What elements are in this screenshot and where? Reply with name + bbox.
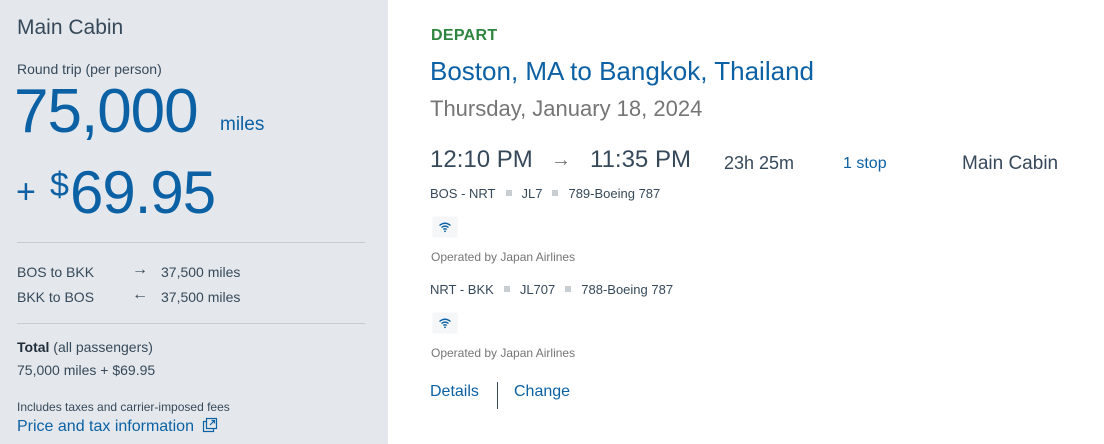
price-tax-info-link[interactable]: Price and tax information: [17, 417, 218, 438]
divider: [17, 242, 365, 243]
right-arrow-icon: →: [132, 261, 148, 278]
left-arrow-icon: ←: [132, 286, 148, 303]
cabin-label: Main Cabin: [962, 153, 1059, 174]
link-divider: [497, 382, 498, 409]
duration: 23h 25m: [724, 153, 795, 173]
segment-miles-return: 37,500 miles: [161, 289, 241, 305]
leg-flight-number: JL707: [519, 282, 556, 297]
leg-route: BOS - NRT: [430, 186, 496, 201]
fare-summary-panel: Main Cabin Round trip (per person) 75,00…: [0, 0, 388, 444]
wifi-icon: [432, 216, 458, 238]
total-label-bold: Total: [17, 339, 50, 355]
stops-link[interactable]: 1 stop: [843, 155, 887, 173]
fee-amount: 69.95: [70, 159, 216, 226]
operated-by: Operated by Japan Airlines: [431, 250, 576, 264]
dollar-sign: $: [50, 166, 69, 204]
wifi-icon: [432, 312, 458, 334]
time-arrow-icon: →: [551, 149, 571, 171]
leg-route: NRT - BKK: [430, 282, 494, 297]
miles-unit: miles: [220, 114, 265, 135]
segment-route-return: BKK to BOS: [17, 289, 95, 305]
change-link[interactable]: Change: [514, 383, 570, 401]
route-title: Boston, MA to Bangkok, Thailand: [430, 56, 814, 86]
cabin-title: Main Cabin: [17, 16, 124, 39]
leg-info: BOS - NRT JL7 789-Boeing 787: [430, 186, 660, 201]
separator: [503, 286, 510, 292]
divider: [17, 323, 365, 324]
leg-info: NRT - BKK JL707 788-Boeing 787: [430, 282, 673, 297]
taxes-note: Includes taxes and carrier-imposed fees: [17, 400, 230, 414]
external-link-icon: [202, 417, 218, 438]
segment-miles-outbound: 37,500 miles: [161, 264, 241, 280]
operated-by: Operated by Japan Airlines: [431, 346, 576, 360]
total-label-rest: (all passengers): [49, 339, 153, 355]
total-label: Total (all passengers): [17, 339, 153, 355]
segment-route-outbound: BOS to BKK: [17, 264, 95, 280]
leg-aircraft: 789-Boeing 787: [568, 186, 661, 201]
separator: [505, 190, 512, 196]
separator: [552, 190, 559, 196]
price-tax-info-label: Price and tax information: [17, 418, 194, 435]
trip-type-label: Round trip (per person): [17, 61, 162, 77]
depart-time: 12:10 PM: [430, 146, 533, 173]
plus-sign: +: [16, 173, 36, 211]
arrive-time: 11:35 PM: [590, 146, 691, 173]
flight-date: Thursday, January 18, 2024: [430, 96, 703, 121]
leg-flight-number: JL7: [521, 186, 543, 201]
details-link[interactable]: Details: [430, 383, 479, 401]
total-value: 75,000 miles + $69.95: [17, 362, 156, 378]
separator: [565, 286, 572, 292]
leg-aircraft: 788-Boeing 787: [581, 282, 674, 297]
direction-label: DEPART: [431, 27, 498, 44]
miles-amount: 75,000: [14, 77, 199, 146]
